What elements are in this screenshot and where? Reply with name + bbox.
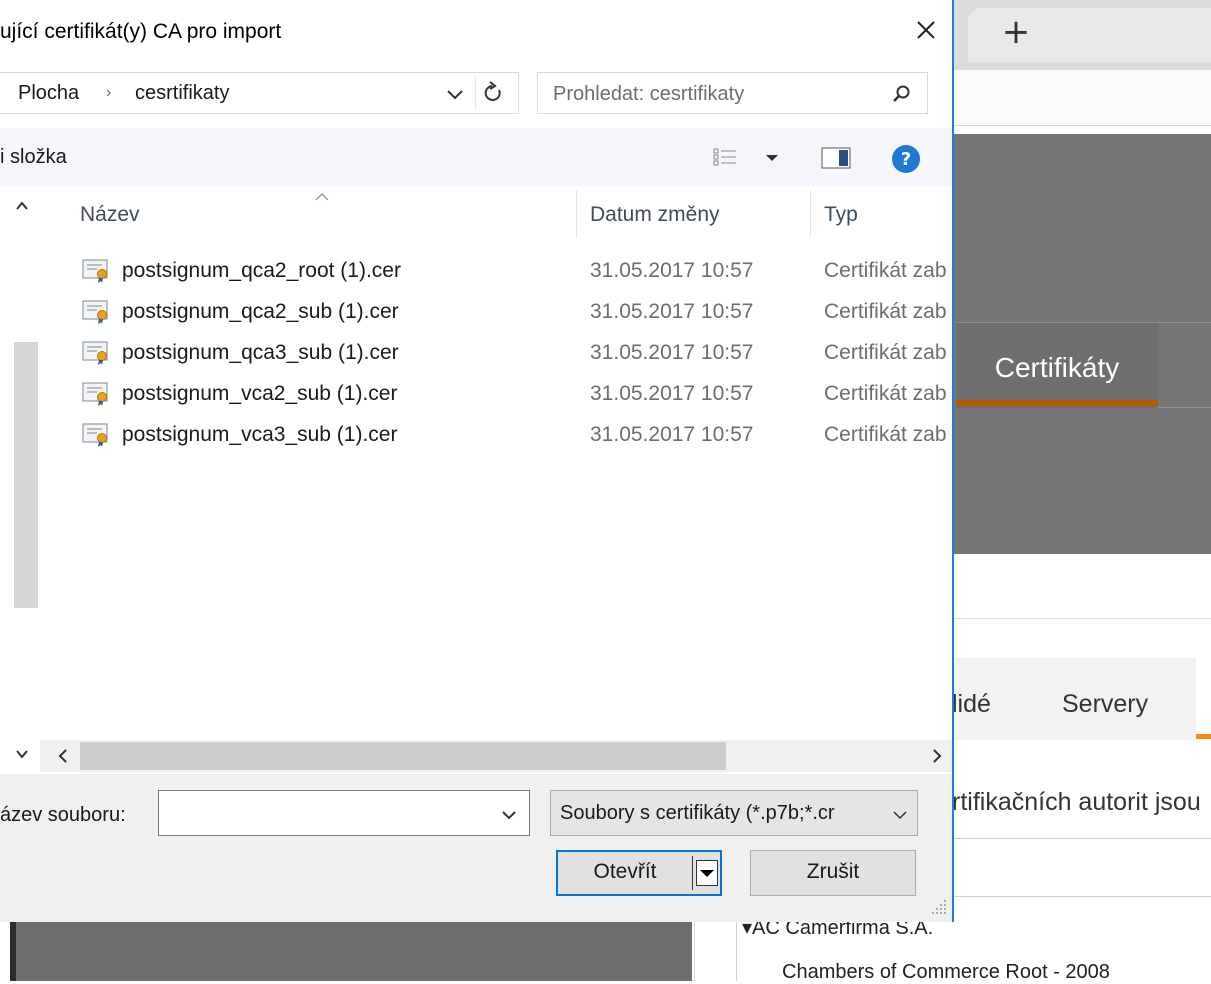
certificate-file-icon — [82, 340, 110, 366]
help-icon[interactable]: ? — [890, 143, 922, 175]
file-row[interactable]: postsignum_vca2_sub (1).cer 31.05.2017 1… — [40, 373, 952, 414]
file-list: postsignum_qca2_root (1).cer 31.05.2017 … — [40, 250, 952, 450]
resize-grip-icon[interactable] — [930, 898, 948, 916]
chevron-down-icon[interactable] — [496, 802, 522, 828]
column-divider[interactable] — [810, 190, 811, 238]
certificate-file-icon — [82, 258, 110, 284]
address-dropdown-icon[interactable] — [440, 80, 470, 108]
new-folder-button[interactable]: i složka — [0, 142, 160, 172]
file-row[interactable]: postsignum_qca3_sub (1).cer 31.05.2017 1… — [40, 332, 952, 373]
nav-divider-top — [1158, 322, 1211, 323]
column-divider[interactable] — [576, 190, 577, 238]
chevron-down-icon[interactable] — [888, 802, 912, 828]
file-date: 31.05.2017 10:57 — [590, 341, 754, 364]
tree-item-chambers[interactable]: Chambers of Commerce Root - 2008 — [782, 960, 1182, 984]
file-date: 31.05.2017 10:57 — [590, 259, 754, 282]
close-icon[interactable] — [906, 12, 946, 52]
content-divider — [952, 618, 1211, 619]
certificate-file-icon — [82, 381, 110, 407]
file-name: postsignum_vca3_sub (1).cer — [122, 423, 398, 446]
file-type: Certifikát zab — [824, 341, 947, 364]
file-type: Certifikát zab — [824, 382, 947, 405]
breadcrumb-plocha[interactable]: Plocha — [18, 79, 98, 107]
nav-divider-bottom — [1158, 407, 1211, 408]
open-button-label[interactable]: Otevřít — [560, 856, 690, 888]
column-header-date[interactable]: Datum změny — [590, 200, 790, 230]
site-left-panel-edge — [10, 922, 16, 981]
active-tab-underline — [956, 400, 1158, 406]
view-list-icon — [713, 148, 778, 166]
subtab-active-underline — [1196, 734, 1211, 739]
breadcrumb-chevron-icon[interactable]: › — [106, 79, 122, 107]
site-left-panel — [14, 922, 692, 981]
svg-text:?: ? — [901, 149, 911, 170]
file-name: postsignum_qca3_sub (1).cer — [122, 341, 399, 364]
certificate-file-icon — [82, 299, 110, 325]
file-row[interactable]: postsignum_qca2_root (1).cer 31.05.2017 … — [40, 250, 952, 291]
tree-guide-line — [736, 922, 737, 981]
filetype-value[interactable]: Soubory s certifikáty (*.p7b;*.cr — [560, 798, 884, 828]
file-type: Certifikát zab — [824, 300, 947, 323]
site-nav-tab-label: Certifikáty — [994, 352, 1120, 383]
subtab-active[interactable] — [1196, 658, 1211, 740]
content-description: rtifikačních autorit jsou — [952, 788, 1201, 816]
navigation-scrollbar-thumb[interactable] — [14, 342, 38, 608]
scroll-left-icon[interactable] — [52, 744, 76, 768]
horizontal-scrollbar-thumb[interactable] — [80, 742, 726, 770]
open-button-split — [692, 856, 693, 890]
column-header-type[interactable]: Typ — [824, 200, 924, 230]
file-name: postsignum_vca2_sub (1).cer — [122, 382, 398, 405]
breadcrumb-cesrtifikaty[interactable]: cesrtifikaty — [135, 79, 335, 107]
preview-pane-icon[interactable] — [820, 145, 854, 171]
refresh-icon[interactable] — [478, 78, 508, 108]
filename-input[interactable] — [158, 790, 530, 836]
subtab-lide[interactable]: lidé — [952, 684, 1012, 724]
certificate-file-icon — [82, 422, 110, 448]
change-view-button[interactable] — [712, 143, 782, 173]
sort-ascending-icon — [312, 190, 332, 204]
column-header-name[interactable]: Název — [80, 200, 280, 230]
cancel-button-label[interactable]: Zrušit — [750, 856, 916, 888]
file-date: 31.05.2017 10:57 — [590, 423, 754, 446]
file-type: Certifikát zab — [824, 423, 947, 446]
file-type: Certifikát zab — [824, 259, 947, 282]
filename-label: ázev souboru: — [0, 804, 126, 826]
search-icon[interactable] — [888, 80, 916, 108]
search-placeholder[interactable]: Prohledat: cesrtifikaty — [553, 80, 853, 108]
subtab-servery[interactable]: Servery — [1062, 684, 1172, 724]
tree-border-top — [952, 838, 1211, 839]
tree-border-bottom — [952, 896, 1211, 897]
address-divider — [475, 76, 476, 110]
file-name: postsignum_qca2_sub (1).cer — [122, 300, 399, 323]
scroll-up-icon[interactable] — [12, 196, 32, 216]
scroll-right-icon[interactable] — [924, 744, 948, 768]
browser-address-bar[interactable] — [952, 70, 1211, 126]
file-row[interactable]: postsignum_vca3_sub (1).cer 31.05.2017 1… — [40, 414, 952, 455]
file-date: 31.05.2017 10:57 — [590, 382, 754, 405]
file-date: 31.05.2017 10:57 — [590, 300, 754, 323]
file-name: postsignum_qca2_root (1).cer — [122, 259, 401, 282]
new-tab-plus-icon[interactable]: + — [996, 10, 1036, 54]
open-dropdown-arrow-icon[interactable] — [696, 860, 718, 886]
file-row[interactable]: postsignum_qca2_sub (1).cer 31.05.2017 1… — [40, 291, 952, 332]
scroll-down-icon[interactable] — [12, 744, 32, 764]
dialog-title: ující certifikát(y) CA pro import — [0, 20, 282, 43]
